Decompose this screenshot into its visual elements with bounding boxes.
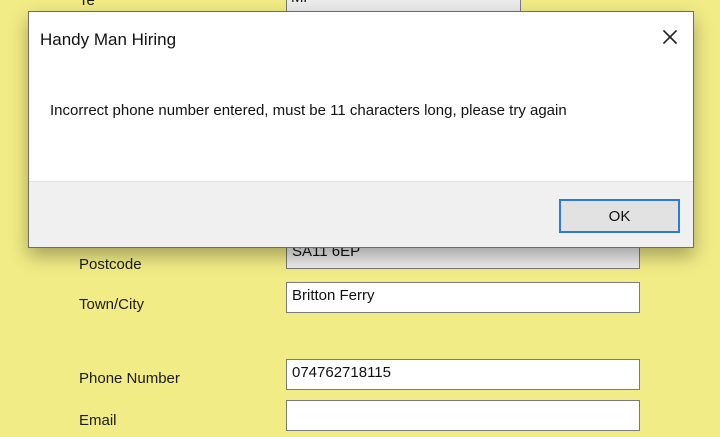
dialog-footer: OK — [29, 181, 693, 247]
town-city-label: Town/City — [79, 296, 145, 313]
close-icon — [662, 29, 678, 45]
phone-number-field[interactable]: 074762718115 — [286, 359, 640, 390]
phone-number-label: Phone Number — [79, 370, 180, 387]
postcode-label: Postcode — [79, 256, 142, 273]
top-partial-label: Te — [79, 0, 95, 9]
dialog-title: Handy Man Hiring — [40, 30, 177, 49]
email-field[interactable] — [286, 400, 640, 431]
message-dialog: Handy Man Hiring Incorrect phone number … — [28, 11, 694, 248]
town-city-field[interactable]: Britton Ferry — [286, 282, 640, 313]
email-label: Email — [79, 412, 117, 429]
ok-button[interactable]: OK — [559, 199, 680, 233]
dialog-message: Incorrect phone number entered, must be … — [50, 102, 567, 119]
close-button[interactable] — [647, 12, 693, 62]
dialog-titlebar: Handy Man Hiring — [29, 12, 693, 70]
